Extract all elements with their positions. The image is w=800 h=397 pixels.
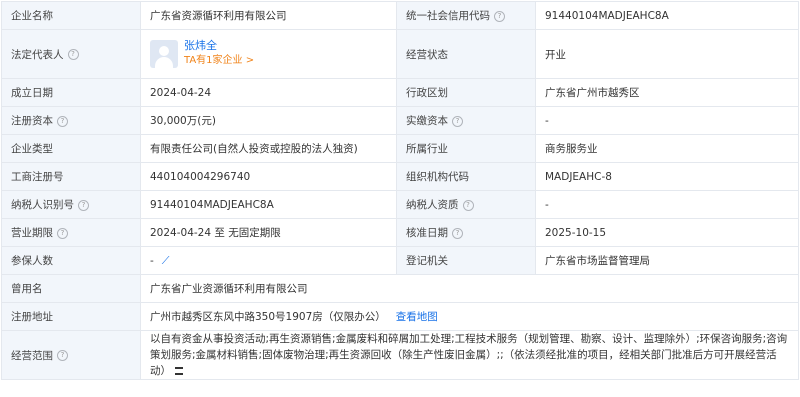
table-row: 企业类型 有限责任公司(自然人投资或控股的法人独资) 所属行业 商务服务业 [1, 134, 799, 163]
legal-rep-cell: 张炜全 TA有1家企业 > [140, 29, 397, 79]
address-value: 广州市越秀区东风中路350号1907房（仅限办公） [150, 311, 386, 323]
former-name: 广东省广业资源循环利用有限公司 [140, 274, 799, 303]
paid-capital: - [535, 106, 799, 135]
credit-code: 91440104MADJEAHC8A [535, 1, 799, 30]
question-circle-icon[interactable]: ? [57, 115, 68, 127]
avatar[interactable] [150, 40, 178, 68]
insured-cell: - ⟋ [140, 246, 397, 275]
scope-cell: 以自有资金从事投资活动;再生资源销售;金属废料和碎屑加工处理;工程技术服务（规划… [140, 330, 799, 380]
table-row: 纳税人识别号? 91440104MADJEAHC8A 纳税人资质? - [1, 190, 799, 219]
table-row: 法定代表人? 张炜全 TA有1家企业 > 经营状态 开业 [1, 29, 799, 79]
label-paid-capital: 实缴资本? [396, 106, 536, 135]
established-date: 2024-04-24 [140, 78, 397, 107]
label-insured: 参保人数 [1, 246, 141, 275]
registered-capital: 30,000万(元) [140, 106, 397, 135]
address-cell: 广州市越秀区东风中路350号1907房（仅限办公） 查看地图 [140, 302, 799, 331]
label-company-name: 企业名称 [1, 1, 141, 30]
label-credit-code: 统一社会信用代码? [396, 1, 536, 30]
taxpayer-id: 91440104MADJEAHC8A [140, 190, 397, 219]
legal-rep-name-link[interactable]: 张炜全 [184, 39, 254, 53]
question-circle-icon[interactable]: ? [78, 199, 89, 211]
question-circle-icon[interactable]: ? [452, 227, 463, 239]
scope-value: 以自有资金从事投资活动;再生资源销售;金属废料和碎屑加工处理;工程技术服务（规划… [150, 333, 788, 377]
table-row: 注册资本? 30,000万(元) 实缴资本? - [1, 106, 799, 135]
approval-date: 2025-10-15 [535, 218, 799, 247]
expand-icon[interactable] [175, 367, 183, 375]
status-value: 开业 [535, 29, 799, 79]
question-circle-icon[interactable]: ? [57, 227, 68, 239]
company-type: 有限责任公司(自然人投资或控股的法人独资) [140, 134, 397, 163]
region-value: 广东省广州市越秀区 [535, 78, 799, 107]
trend-chart-icon[interactable]: ⟋ [162, 254, 170, 267]
term-value: 2024-04-24 至 无固定期限 [140, 218, 397, 247]
label-former-name: 曾用名 [1, 274, 141, 303]
question-circle-icon[interactable]: ? [462, 199, 474, 211]
label-address: 注册地址 [1, 302, 141, 331]
label-scope: 经营范围? [1, 330, 141, 380]
question-circle-icon[interactable]: ? [494, 10, 505, 22]
label-registered-capital: 注册资本? [1, 106, 141, 135]
question-circle-icon[interactable]: ? [57, 350, 68, 361]
label-company-type: 企业类型 [1, 134, 141, 163]
question-circle-icon[interactable]: ? [67, 49, 79, 60]
label-reg-number: 工商注册号 [1, 162, 141, 191]
legal-rep-companies-link[interactable]: TA有1家企业 > [184, 53, 254, 69]
org-code: MADJEAHC-8 [535, 162, 799, 191]
table-row: 参保人数 - ⟋ 登记机关 广东省市场监督管理局 [1, 246, 799, 275]
label-approval-date: 核准日期? [396, 218, 536, 247]
table-row: 营业期限? 2024-04-24 至 无固定期限 核准日期? 2025-10-1… [1, 218, 799, 247]
reg-number: 440104004296740 [140, 162, 397, 191]
table-row: 曾用名 广东省广业资源循环利用有限公司 [1, 274, 799, 303]
label-taxpayer-qual: 纳税人资质? [396, 190, 536, 219]
label-status: 经营状态 [396, 29, 536, 79]
label-org-code: 组织机构代码 [396, 162, 536, 191]
view-map-link[interactable]: 查看地图 [396, 311, 438, 323]
insured-count: - [150, 254, 154, 267]
label-established: 成立日期 [1, 78, 141, 107]
label-taxpayer-id: 纳税人识别号? [1, 190, 141, 219]
label-region: 行政区划 [396, 78, 536, 107]
label-legal-rep: 法定代表人? [1, 29, 141, 79]
company-name: 广东省资源循环利用有限公司 [140, 1, 397, 30]
table-row: 经营范围? 以自有资金从事投资活动;再生资源销售;金属废料和碎屑加工处理;工程技… [1, 330, 799, 380]
table-row: 企业名称 广东省资源循环利用有限公司 统一社会信用代码? 91440104MAD… [1, 1, 799, 30]
table-row: 成立日期 2024-04-24 行政区划 广东省广州市越秀区 [1, 78, 799, 107]
authority-value: 广东省市场监督管理局 [535, 246, 799, 275]
company-info-table: 企业名称 广东省资源循环利用有限公司 统一社会信用代码? 91440104MAD… [1, 1, 799, 380]
question-circle-icon[interactable]: ? [452, 115, 463, 127]
label-term: 营业期限? [1, 218, 141, 247]
taxpayer-qual: - [535, 190, 799, 219]
industry-value: 商务服务业 [535, 134, 799, 163]
table-row: 注册地址 广州市越秀区东风中路350号1907房（仅限办公） 查看地图 [1, 302, 799, 331]
label-industry: 所属行业 [396, 134, 536, 163]
label-authority: 登记机关 [396, 246, 536, 275]
table-row: 工商注册号 440104004296740 组织机构代码 MADJEAHC-8 [1, 162, 799, 191]
